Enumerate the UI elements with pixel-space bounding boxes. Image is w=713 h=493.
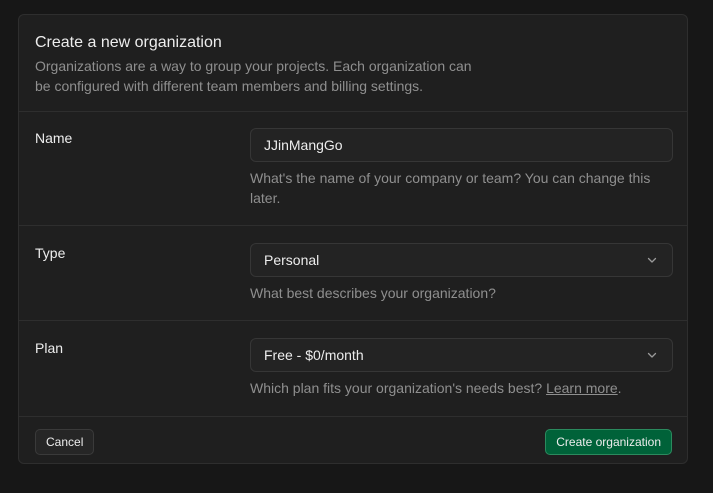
learn-more-link[interactable]: Learn more xyxy=(546,380,618,396)
cancel-button[interactable]: Cancel xyxy=(35,429,95,455)
name-label: Name xyxy=(35,130,73,146)
type-hint: What best describes your organization? xyxy=(250,285,496,301)
organization-name-input[interactable]: JJinMangGo xyxy=(250,128,673,162)
type-row: Type Personal What best describes your o… xyxy=(19,226,687,321)
organization-type-select[interactable]: Personal xyxy=(250,243,673,277)
plan-hint-text: Which plan fits your organization's need… xyxy=(250,380,543,396)
chevron-down-icon xyxy=(647,257,657,263)
type-select-value: Personal xyxy=(264,252,320,268)
plan-row: Plan Free - $0/month Which plan fits you… xyxy=(19,321,687,417)
plan-select-value: Free - $0/month xyxy=(264,347,364,363)
dialog-header: Create a new organization Organizations … xyxy=(19,15,687,112)
plan-hint-suffix: . xyxy=(617,380,622,396)
plan-label: Plan xyxy=(35,340,64,356)
dialog-title: Create a new organization xyxy=(35,34,222,51)
create-organization-button[interactable]: Create organization xyxy=(545,429,672,455)
chevron-down-icon xyxy=(647,352,657,358)
plan-select[interactable]: Free - $0/month xyxy=(250,338,673,372)
name-hint: What's the name of your company or team?… xyxy=(250,170,651,206)
dialog-description: Organizations are a way to group your pr… xyxy=(35,58,472,94)
create-organization-dialog: Create a new organization Organizations … xyxy=(18,14,688,464)
plan-hint: Which plan fits your organization's need… xyxy=(250,378,673,398)
dialog-footer: Cancel Create organization xyxy=(19,417,687,463)
type-label: Type xyxy=(35,245,66,261)
name-row: Name JJinMangGo What's the name of your … xyxy=(19,112,687,226)
